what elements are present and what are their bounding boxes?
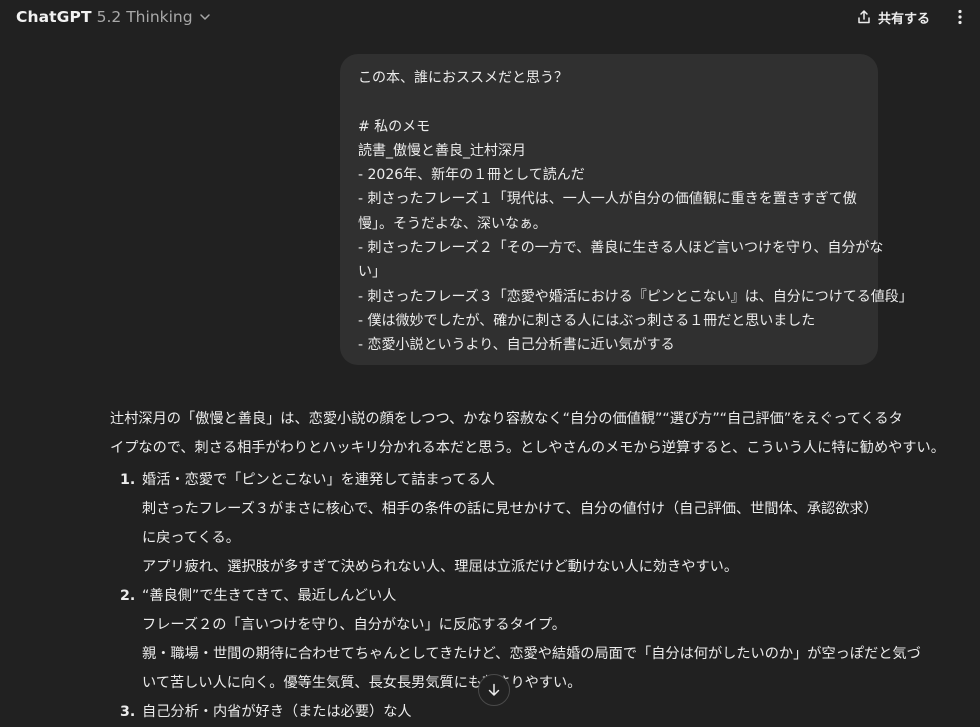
list-item-line: 婚活・恋愛で「ピンとこない」を連発して詰まってる人 <box>142 472 495 488</box>
user-message-line: # 私のメモ <box>358 118 431 135</box>
user-message-line: - 刺さったフレーズ１「現代は、一人一人が自分の価値観に重きを置きすぎて傲 <box>358 191 857 208</box>
list-item-line: に戻ってくる。 <box>142 530 240 546</box>
user-message-line: - 刺さったフレーズ２「その一方で、善良に生きる人ほど言いつけを守り、自分がな <box>358 240 884 257</box>
more-dots-icon <box>958 9 962 25</box>
user-message-blank-line <box>358 90 860 114</box>
user-message-line: 慢」。そうだよな、深いなぁ。 <box>358 215 547 232</box>
list-item-line: 刺さったフレーズ３がまさに核心で、相手の条件の話に見せかけて、自分の値付け（自己… <box>142 501 878 517</box>
list-item-number: 1. <box>120 472 136 488</box>
assistant-intro-line: 辻村深月の「傲慢と善良」は、恋愛小説の顔をしつつ、かなり容赦なく“自分の価値観”… <box>110 411 903 427</box>
share-label: 共有する <box>878 11 931 27</box>
list-item-number: 2. <box>120 588 136 604</box>
chevron-down-icon <box>199 14 210 20</box>
list-item-line: いて苦しい人に向く。優等生気質、長女長男気質にも刺さりやすい。 <box>142 675 582 691</box>
list-item-line: “善良側”で生きてきて、最近しんどい人 <box>142 588 397 604</box>
user-message-line: - 刺さったフレーズ３「恋愛や婚活における『ピンとこない』は、自分につけてる値段… <box>358 288 913 305</box>
model-name: ChatGPT <box>16 8 92 26</box>
model-selector-button[interactable]: ChatGPT 5.2 Thinking <box>8 4 219 30</box>
top-bar: ChatGPT 5.2 Thinking 共有する <box>0 0 980 34</box>
recommendation-list-item: 1. 婚活・恋愛で「ピンとこない」を連発して詰まってる人 刺さったフレーズ３がま… <box>110 466 880 582</box>
arrow-down-icon <box>488 683 500 696</box>
user-message-line: この本、誰におススメだと思う？ <box>358 70 568 86</box>
share-button[interactable]: 共有する <box>848 4 938 30</box>
scroll-to-bottom-button[interactable] <box>478 674 510 706</box>
list-item-line: 親・職場・世間の期待に合わせてちゃんとしてきたけど、恋愛や結婚の局面で「自分は何… <box>142 646 921 662</box>
user-message-line: - 恋愛小説というより、自己分析書に近い気がする <box>358 337 675 354</box>
user-message-line: - 2026年、新年の１冊として読んだ <box>358 167 585 184</box>
user-message-bubble: この本、誰におススメだと思う？ # 私のメモ 読書_傲慢と善良_辻村深月 - 2… <box>340 54 913 365</box>
list-item-line: フレーズ２の「言いつけを守り、自分がない」に反応するタイプ。 <box>142 617 566 633</box>
more-options-button[interactable] <box>946 4 974 30</box>
assistant-intro-line: イプなので、刺さる相手がわりとハッキリ分かれる本だと思う。としやさんのメモから逆… <box>110 440 945 456</box>
user-message-line: - 僕は微妙でしたが、確かに刺さる人にはぶっ刺さる１冊だと思いました <box>358 312 816 329</box>
user-message-line: 読書_傲慢と善良_辻村深月 <box>358 142 526 159</box>
share-icon <box>858 10 870 24</box>
user-message-line: い」 <box>358 264 386 281</box>
list-item-line: アプリ疲れ、選択肢が多すぎて決められない人、理屈は立派だけど動けない人に効きやす… <box>142 559 739 575</box>
model-version: 5.2 Thinking <box>96 8 193 26</box>
